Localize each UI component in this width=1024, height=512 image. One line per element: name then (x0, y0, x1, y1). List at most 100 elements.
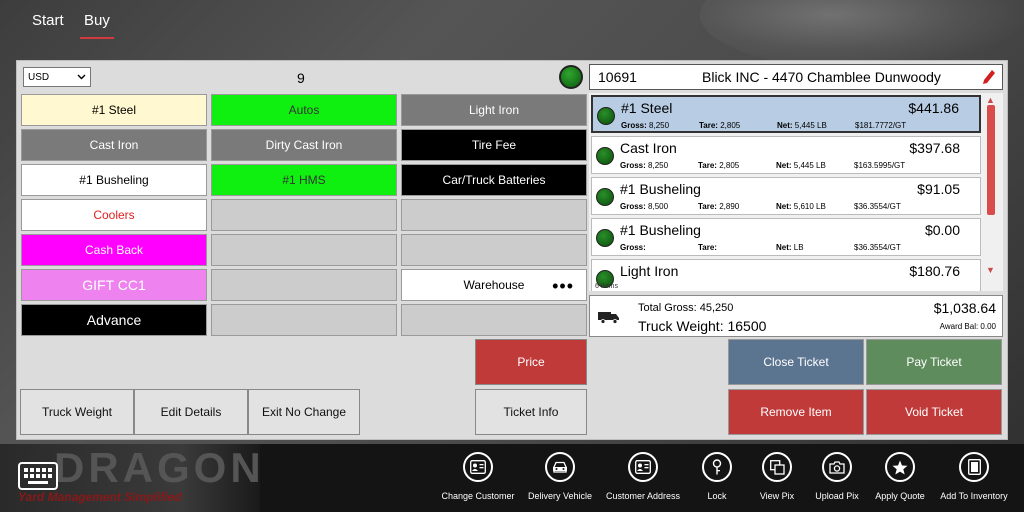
ticket-item[interactable]: Cast Iron $397.68 Gross: 8,250 Tare: 2,805 N… (591, 136, 981, 174)
material-button-1-hms[interactable]: #1 HMS (211, 164, 397, 196)
material-button-tire-fee[interactable]: Tire Fee (401, 129, 587, 161)
ticket-item[interactable]: Light Iron$180.76Gross: Tare: Net: (591, 259, 981, 291)
items-scrollbar[interactable]: ▲ ▼ (983, 93, 999, 291)
material-button-cast-iron[interactable]: Cast Iron (21, 129, 207, 161)
grand-total: $1,038.64 (933, 300, 996, 316)
item-gross: 8,250 (649, 121, 670, 130)
document-icon (959, 452, 989, 482)
material-button-label: Warehouse (463, 278, 525, 292)
close-ticket-button[interactable]: Close Ticket (728, 339, 864, 385)
person-card-icon (463, 452, 493, 482)
material-button-advance[interactable]: Advance (21, 304, 207, 336)
material-button-light-iron[interactable]: Light Iron (401, 94, 587, 126)
material-button-empty[interactable] (211, 304, 397, 336)
logo-text: DRAGON (54, 444, 265, 491)
car-icon (545, 452, 575, 482)
scroll-up-icon[interactable]: ▲ (986, 95, 995, 105)
material-button-dirty-cast-iron[interactable]: Dirty Cast Iron (211, 129, 397, 161)
material-button-empty[interactable] (211, 234, 397, 266)
appbar-label: Change Customer (441, 491, 515, 501)
pay-ticket-button[interactable]: Pay Ticket (866, 339, 1002, 385)
item-name: Light Iron (620, 263, 679, 279)
item-status-dot (596, 229, 614, 247)
tare-label: Tare: (698, 243, 717, 252)
award-balance: Award Bal: 0.00 (939, 322, 996, 331)
appbar-delivery-vehicle-button[interactable]: Delivery Vehicle (520, 452, 600, 510)
tab-start[interactable]: Start (32, 12, 64, 29)
tare-label: Tare: (699, 121, 718, 130)
tab-buy[interactable]: Buy (80, 12, 114, 39)
material-button-label: Light Iron (468, 103, 520, 117)
scroll-down-icon[interactable]: ▼ (986, 265, 995, 275)
person-card-icon (628, 452, 658, 482)
material-button-gift-cc1[interactable]: GIFT CC1 (21, 269, 207, 301)
key-icon (702, 452, 732, 482)
material-button-label: #1 HMS (282, 173, 326, 187)
item-status-dot (596, 147, 614, 165)
item-rate: $181.7772/GT (855, 121, 907, 130)
exit-no-change-button[interactable]: Exit No Change (248, 389, 360, 435)
edit-details-button[interactable]: Edit Details (134, 389, 248, 435)
pencil-icon[interactable] (982, 69, 996, 85)
appbar-label: Customer Address (605, 491, 681, 501)
material-button-1-steel[interactable]: #1 Steel (21, 94, 207, 126)
material-button-car-truck-batteries[interactable]: Car/Truck Batteries (401, 164, 587, 196)
material-button-empty[interactable] (211, 199, 397, 231)
ticket-item[interactable]: #1 Busheling $91.05 Gross: 8,500 Tare: 2,89… (591, 177, 981, 215)
items-count: 6 Items (595, 283, 618, 290)
more-dots-icon[interactable]: ••• (552, 276, 574, 297)
item-amount: $91.05 (917, 181, 960, 197)
net-label: Net: (777, 121, 793, 130)
item-rate: $163.5995/GT (854, 161, 906, 170)
item-status-dot (597, 107, 615, 125)
status-indicator[interactable] (559, 65, 583, 89)
gross-label: Gross: (620, 202, 646, 211)
item-tare: 2,890 (719, 202, 740, 211)
material-button-label: Cash Back (84, 243, 144, 257)
material-button-cash-back[interactable]: Cash Back (21, 234, 207, 266)
material-button-coolers[interactable]: Coolers (21, 199, 207, 231)
material-button-empty[interactable] (401, 304, 587, 336)
void-ticket-button[interactable]: Void Ticket (866, 389, 1002, 435)
gross-label: Gross: (620, 161, 646, 170)
item-name: #1 Busheling (620, 181, 701, 197)
item-gross: 8,500 (648, 202, 669, 211)
material-button-warehouse[interactable]: Warehouse ••• (401, 269, 587, 301)
item-amount: $441.86 (908, 100, 959, 116)
ticket-item[interactable]: #1 Busheling $0.00 Gross: Tare: Net: LB $36… (591, 218, 981, 256)
item-net: LB (793, 243, 804, 252)
appbar-change-customer-button[interactable]: Change Customer (438, 452, 518, 510)
material-button-autos[interactable]: Autos (211, 94, 397, 126)
customer-name: Blick INC - 4470 Chamblee Dunwoody (702, 69, 941, 85)
top-navigation: Start Buy (0, 0, 1024, 56)
appbar-add-to-inventory-button[interactable]: Add To Inventory (934, 452, 1014, 510)
material-button-empty[interactable] (211, 269, 397, 301)
currency-select[interactable]: USD (23, 67, 91, 87)
item-status-dot (596, 188, 614, 206)
scroll-thumb[interactable] (987, 105, 995, 215)
item-rate: $36.3554/GT (854, 202, 901, 211)
keyboard-icon[interactable] (18, 462, 58, 490)
truck-weight-button[interactable]: Truck Weight (20, 389, 134, 435)
appbar-customer-address-button[interactable]: Customer Address (603, 452, 683, 510)
material-button-label: #1 Busheling (79, 173, 149, 187)
material-button-empty[interactable] (401, 234, 587, 266)
material-button-label: #1 Steel (91, 103, 137, 117)
appbar-apply-quote-button[interactable]: Apply Quote (860, 452, 940, 510)
price-button[interactable]: Price (475, 339, 587, 385)
remove-item-button[interactable]: Remove Item (728, 389, 864, 435)
net-label: Net: (776, 161, 792, 170)
material-button-label: Autos (288, 103, 320, 117)
material-button-label: GIFT CC1 (82, 277, 146, 293)
customer-id: 10691 (598, 69, 637, 85)
material-button-empty[interactable] (401, 199, 587, 231)
material-button-label: Advance (86, 312, 142, 328)
material-button-label: Cast Iron (89, 138, 139, 152)
bottom-app-bar: DRAGON Yard Management Simplified Change… (0, 444, 1024, 512)
customer-bar[interactable]: 10691 Blick INC - 4470 Chamblee Dunwoody (589, 64, 1003, 90)
item-rate: $36.3554/GT (854, 243, 901, 252)
ticket-info-button[interactable]: Ticket Info (475, 389, 587, 435)
material-button-label: Dirty Cast Iron (265, 138, 343, 152)
ticket-item[interactable]: #1 Steel $441.86 Gross: 8,250 Tare: 2,805 Ne… (591, 95, 981, 133)
material-button-1-busheling[interactable]: #1 Busheling (21, 164, 207, 196)
